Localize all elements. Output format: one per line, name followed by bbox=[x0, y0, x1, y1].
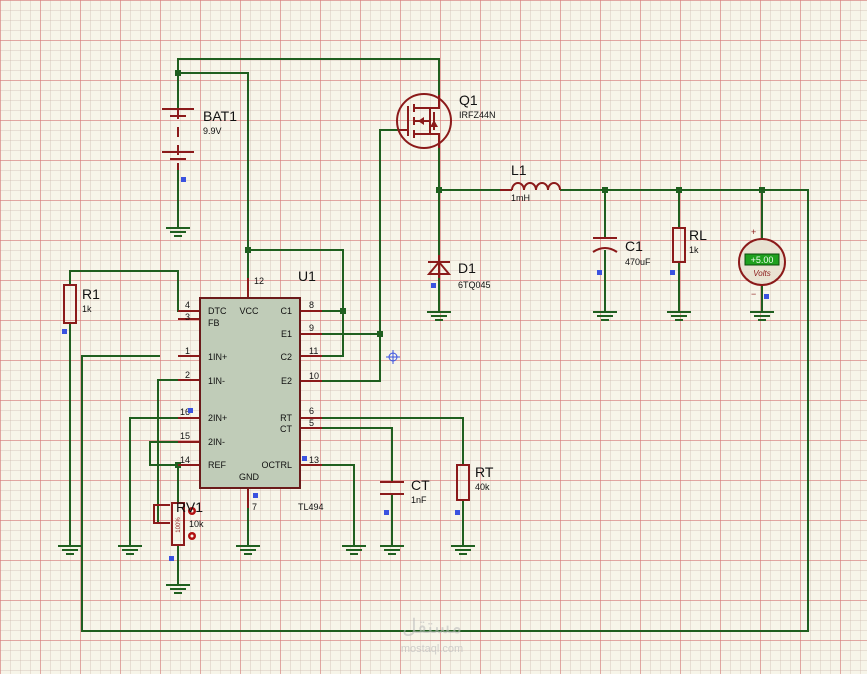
d1-value: 6TQ045 bbox=[458, 280, 491, 290]
ground-icon bbox=[750, 311, 774, 321]
u1-pin-15-num: 15 bbox=[180, 431, 190, 441]
u1-pin-2in-plus: 2IN+ bbox=[208, 413, 227, 423]
battery-bat1[interactable]: BAT1 9.9V bbox=[162, 108, 237, 182]
u1-pin-fb: FB bbox=[208, 318, 220, 328]
inductor-l1[interactable]: L1 1mH bbox=[500, 162, 561, 203]
u1-pin-8-num: 8 bbox=[309, 300, 314, 310]
u1-pin-e1: E1 bbox=[281, 329, 292, 339]
ground-icon bbox=[118, 545, 142, 555]
u1-pin-octrl: OCTRL bbox=[261, 460, 292, 470]
voltmeter-plus: + bbox=[751, 227, 756, 237]
u1-pin-14-num: 14 bbox=[180, 455, 190, 465]
u1-pin-3-num: 3 bbox=[185, 312, 190, 322]
ground-icon bbox=[380, 545, 404, 555]
ground-icon bbox=[166, 584, 190, 594]
u1-ref: U1 bbox=[298, 268, 316, 284]
u1-pin-10-num: 10 bbox=[309, 371, 319, 381]
ground-icon bbox=[236, 545, 260, 555]
u1-pin-1-num: 1 bbox=[185, 346, 190, 356]
rv1-value: 10k bbox=[189, 519, 204, 529]
d1-ref: D1 bbox=[458, 260, 476, 276]
u1-value: TL494 bbox=[298, 502, 324, 512]
ground-icon bbox=[342, 545, 366, 555]
q1-ref: Q1 bbox=[459, 92, 478, 108]
rl-ref: RL bbox=[689, 227, 707, 243]
ground-icon bbox=[58, 545, 82, 555]
u1-pin-rt: RT bbox=[280, 413, 292, 423]
bat1-value: 9.9V bbox=[203, 126, 222, 136]
ground-icon bbox=[667, 311, 691, 321]
voltmeter-reading: +5.00 bbox=[751, 255, 774, 265]
voltmeter-minus: − bbox=[751, 289, 756, 299]
u1-pin-vcc: VCC bbox=[239, 306, 259, 316]
c1-ref: C1 bbox=[625, 238, 643, 254]
u1-pin-5-num: 5 bbox=[309, 418, 314, 428]
u1-pin-2-num: 2 bbox=[185, 370, 190, 380]
resistor-rt[interactable]: RT 40k bbox=[455, 464, 494, 515]
rt-value: 40k bbox=[475, 482, 490, 492]
watermark-url: mostaql.com bbox=[401, 643, 463, 655]
u1-pin-ref: REF bbox=[208, 460, 227, 470]
u1-pin-1in-minus: 1IN- bbox=[208, 376, 225, 386]
u1-pin-4-num: 4 bbox=[185, 300, 190, 310]
potentiometer-rv1[interactable]: 100% RV1 10k bbox=[153, 499, 204, 561]
q1-value: IRFZ44N bbox=[459, 110, 496, 120]
l1-ref: L1 bbox=[511, 162, 527, 178]
u1-pin-9-num: 9 bbox=[309, 323, 314, 333]
c1-value: 470uF bbox=[625, 257, 651, 267]
ic-u1-tl494[interactable]: 4 3 1 2 16 15 14 DTC FB 1IN+ 1IN- 2IN+ 2… bbox=[178, 268, 324, 512]
ground-symbols bbox=[58, 227, 774, 594]
rt-ref: RT bbox=[475, 464, 494, 480]
u1-pin-c1: C1 bbox=[280, 306, 292, 316]
u1-pin-12-num: 12 bbox=[254, 276, 264, 286]
bat1-ref: BAT1 bbox=[203, 108, 237, 124]
mosfet-q1[interactable]: Q1 IRFZ44N bbox=[396, 92, 496, 149]
u1-pin-dtc: DTC bbox=[208, 306, 227, 316]
u1-pin-2in-minus: 2IN- bbox=[208, 437, 225, 447]
ground-icon bbox=[427, 311, 451, 321]
watermark: مستقل mostaql.com bbox=[401, 616, 463, 655]
resistor-rl[interactable]: RL 1k bbox=[670, 227, 707, 275]
u1-pin-7-num: 7 bbox=[252, 502, 257, 512]
crosshair-cursor-icon bbox=[386, 350, 400, 364]
r1-value: 1k bbox=[82, 304, 92, 314]
ground-icon bbox=[593, 311, 617, 321]
capacitor-ct[interactable]: CT 1nF bbox=[380, 477, 430, 515]
rv1-wiper: 100% bbox=[176, 517, 182, 533]
u1-pin-gnd: GND bbox=[239, 472, 260, 482]
rv1-ref: RV1 bbox=[176, 499, 203, 515]
capacitor-c1[interactable]: C1 470uF bbox=[592, 237, 651, 275]
u1-pin-1in-plus: 1IN+ bbox=[208, 352, 227, 362]
u1-pin-13-num: 13 bbox=[309, 455, 319, 465]
u1-pin-c2: C2 bbox=[280, 352, 292, 362]
resistor-r1[interactable]: R1 1k bbox=[62, 284, 100, 334]
voltmeter-unit: Volts bbox=[753, 269, 771, 278]
diode-d1[interactable]: D1 6TQ045 bbox=[426, 255, 491, 290]
u1-pin-11-num: 11 bbox=[309, 346, 318, 356]
u1-pin-6-num: 6 bbox=[309, 406, 314, 416]
ct-ref: CT bbox=[411, 477, 430, 493]
watermark-logo: مستقل bbox=[402, 616, 462, 638]
u1-pin-e2: E2 bbox=[281, 376, 292, 386]
u1-pin-ct: CT bbox=[280, 424, 292, 434]
r1-ref: R1 bbox=[82, 286, 100, 302]
schematic-canvas[interactable]: BAT1 9.9V Q1 IRFZ44N L1 1mH D1 6TQ045 C1… bbox=[0, 0, 867, 674]
ct-value: 1nF bbox=[411, 495, 427, 505]
l1-value: 1mH bbox=[511, 193, 530, 203]
ground-icon bbox=[451, 545, 475, 555]
ground-icon bbox=[166, 227, 190, 237]
rl-value: 1k bbox=[689, 245, 699, 255]
